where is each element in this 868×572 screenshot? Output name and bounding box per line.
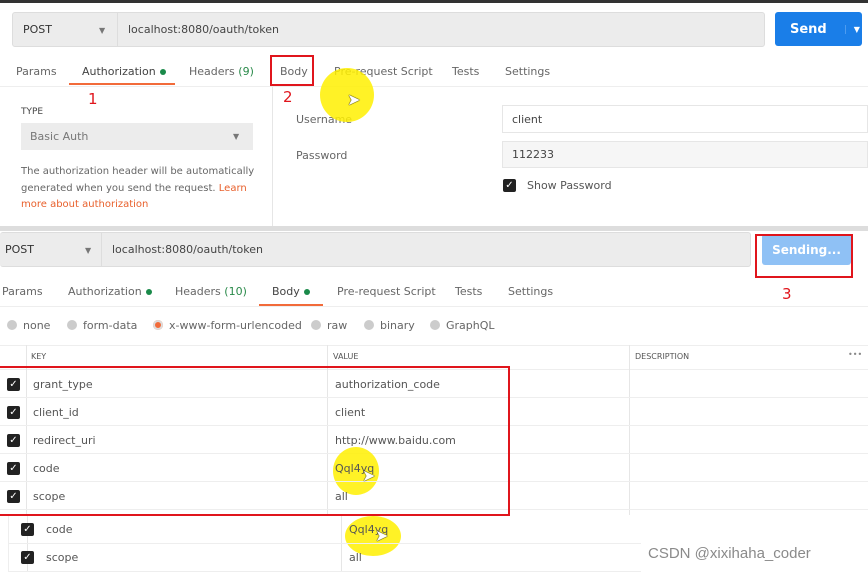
- tab-headers[interactable]: Headers (10): [175, 285, 247, 298]
- watermark: CSDN @xixihaha_coder: [648, 545, 811, 562]
- annotation-step-2: 2: [283, 88, 293, 106]
- radio-label: binary: [380, 319, 415, 332]
- overlay-snippet: ✓ code Qql4yq ✓ scope all ➤: [8, 516, 641, 572]
- send-dropdown-icon[interactable]: ▼: [844, 24, 860, 34]
- show-password-checkbox[interactable]: ✓: [503, 179, 516, 192]
- window-top-border: [0, 0, 868, 3]
- tab-label: Headers: [175, 285, 221, 298]
- auth-type-value: Basic Auth: [30, 130, 89, 143]
- radio-label: raw: [327, 319, 348, 332]
- mouse-cursor-icon: ➤: [375, 526, 389, 545]
- tab-label: Headers: [189, 65, 235, 78]
- annotation-box-send: [755, 234, 853, 278]
- password-input[interactable]: 112233: [502, 141, 868, 168]
- method-label: POST: [5, 243, 34, 256]
- request-url-bar: POST ▼ localhost:8080/oauth/token: [0, 232, 751, 267]
- radio-graphql[interactable]: [430, 320, 440, 330]
- method-label: POST: [23, 23, 52, 36]
- row-key[interactable]: scope: [46, 551, 78, 564]
- active-tab-indicator: [69, 83, 175, 85]
- method-select[interactable]: POST ▼: [13, 13, 118, 46]
- tab-label: Body: [272, 285, 300, 298]
- tab-body[interactable]: Body: [272, 285, 310, 298]
- tab-headers[interactable]: Headers (9): [189, 65, 254, 78]
- tab-tests[interactable]: Tests: [455, 285, 482, 298]
- show-password-label: Show Password: [527, 179, 612, 192]
- row-checkbox[interactable]: ✓: [21, 551, 34, 564]
- mouse-cursor-icon: ➤: [347, 90, 361, 109]
- url-input[interactable]: localhost:8080/oauth/token: [118, 13, 764, 46]
- tab-pre-request-script[interactable]: Pre-request Script: [337, 285, 436, 298]
- annotation-step-3: 3: [782, 285, 792, 303]
- chevron-down-icon: ▼: [233, 132, 240, 141]
- row-value[interactable]: all: [349, 551, 362, 564]
- tabs-divider: [0, 86, 868, 87]
- auth-type-select[interactable]: Basic Auth ▼: [21, 123, 253, 150]
- request-url-bar: POST ▼ localhost:8080/oauth/token: [12, 12, 765, 47]
- radio-label: none: [23, 319, 51, 332]
- column-value: VALUE: [333, 352, 359, 361]
- row-key[interactable]: code: [46, 523, 73, 536]
- url-input[interactable]: localhost:8080/oauth/token: [102, 233, 750, 266]
- headers-count: (10): [224, 285, 247, 298]
- screenshot-separator: [0, 226, 868, 231]
- row-checkbox[interactable]: ✓: [21, 523, 34, 536]
- status-dot-icon: [145, 289, 152, 295]
- chevron-down-icon: ▼: [85, 246, 92, 255]
- tab-label: Authorization: [82, 65, 156, 78]
- annotation-box-params: [0, 366, 510, 516]
- send-label: Send: [790, 21, 827, 37]
- radio-label: form-data: [83, 319, 138, 332]
- chevron-down-icon: ▼: [99, 26, 106, 35]
- radio-label: x-www-form-urlencoded: [169, 319, 302, 332]
- tab-settings[interactable]: Settings: [505, 65, 550, 78]
- more-options-icon[interactable]: •••: [848, 350, 862, 359]
- tab-label: Authorization: [68, 285, 142, 298]
- headers-count: (9): [238, 65, 254, 78]
- table-row: ✓ scope all: [9, 544, 641, 572]
- annotation-step-1: 1: [88, 90, 98, 108]
- auth-description: The authorization header will be automat…: [21, 164, 256, 214]
- username-input[interactable]: client: [502, 105, 868, 133]
- radio-form-data[interactable]: [67, 320, 77, 330]
- column-key: KEY: [31, 352, 47, 361]
- radio-raw[interactable]: [311, 320, 321, 330]
- status-dot-icon: [159, 69, 166, 75]
- tabs-divider: [0, 306, 868, 307]
- method-select[interactable]: POST ▼: [0, 233, 102, 266]
- tab-tests[interactable]: Tests: [452, 65, 479, 78]
- radio-binary[interactable]: [364, 320, 374, 330]
- column-description: DESCRIPTION: [635, 352, 690, 361]
- radio-none[interactable]: [7, 320, 17, 330]
- tab-params[interactable]: Params: [2, 285, 43, 298]
- table-row: ✓ code Qql4yq: [9, 516, 641, 544]
- tab-params[interactable]: Params: [16, 65, 57, 78]
- radio-label: GraphQL: [446, 319, 495, 332]
- tab-authorization[interactable]: Authorization: [68, 285, 152, 298]
- password-label: Password: [296, 149, 348, 162]
- status-dot-icon: [303, 289, 310, 295]
- radio-x-www-form-urlencoded[interactable]: [153, 320, 163, 330]
- tab-settings[interactable]: Settings: [508, 285, 553, 298]
- auth-panel-divider: [272, 87, 273, 227]
- tab-authorization[interactable]: Authorization: [82, 65, 166, 78]
- type-label: TYPE: [21, 107, 44, 117]
- annotation-box-body-tab: [270, 55, 314, 86]
- send-button[interactable]: Send ▼: [775, 12, 862, 46]
